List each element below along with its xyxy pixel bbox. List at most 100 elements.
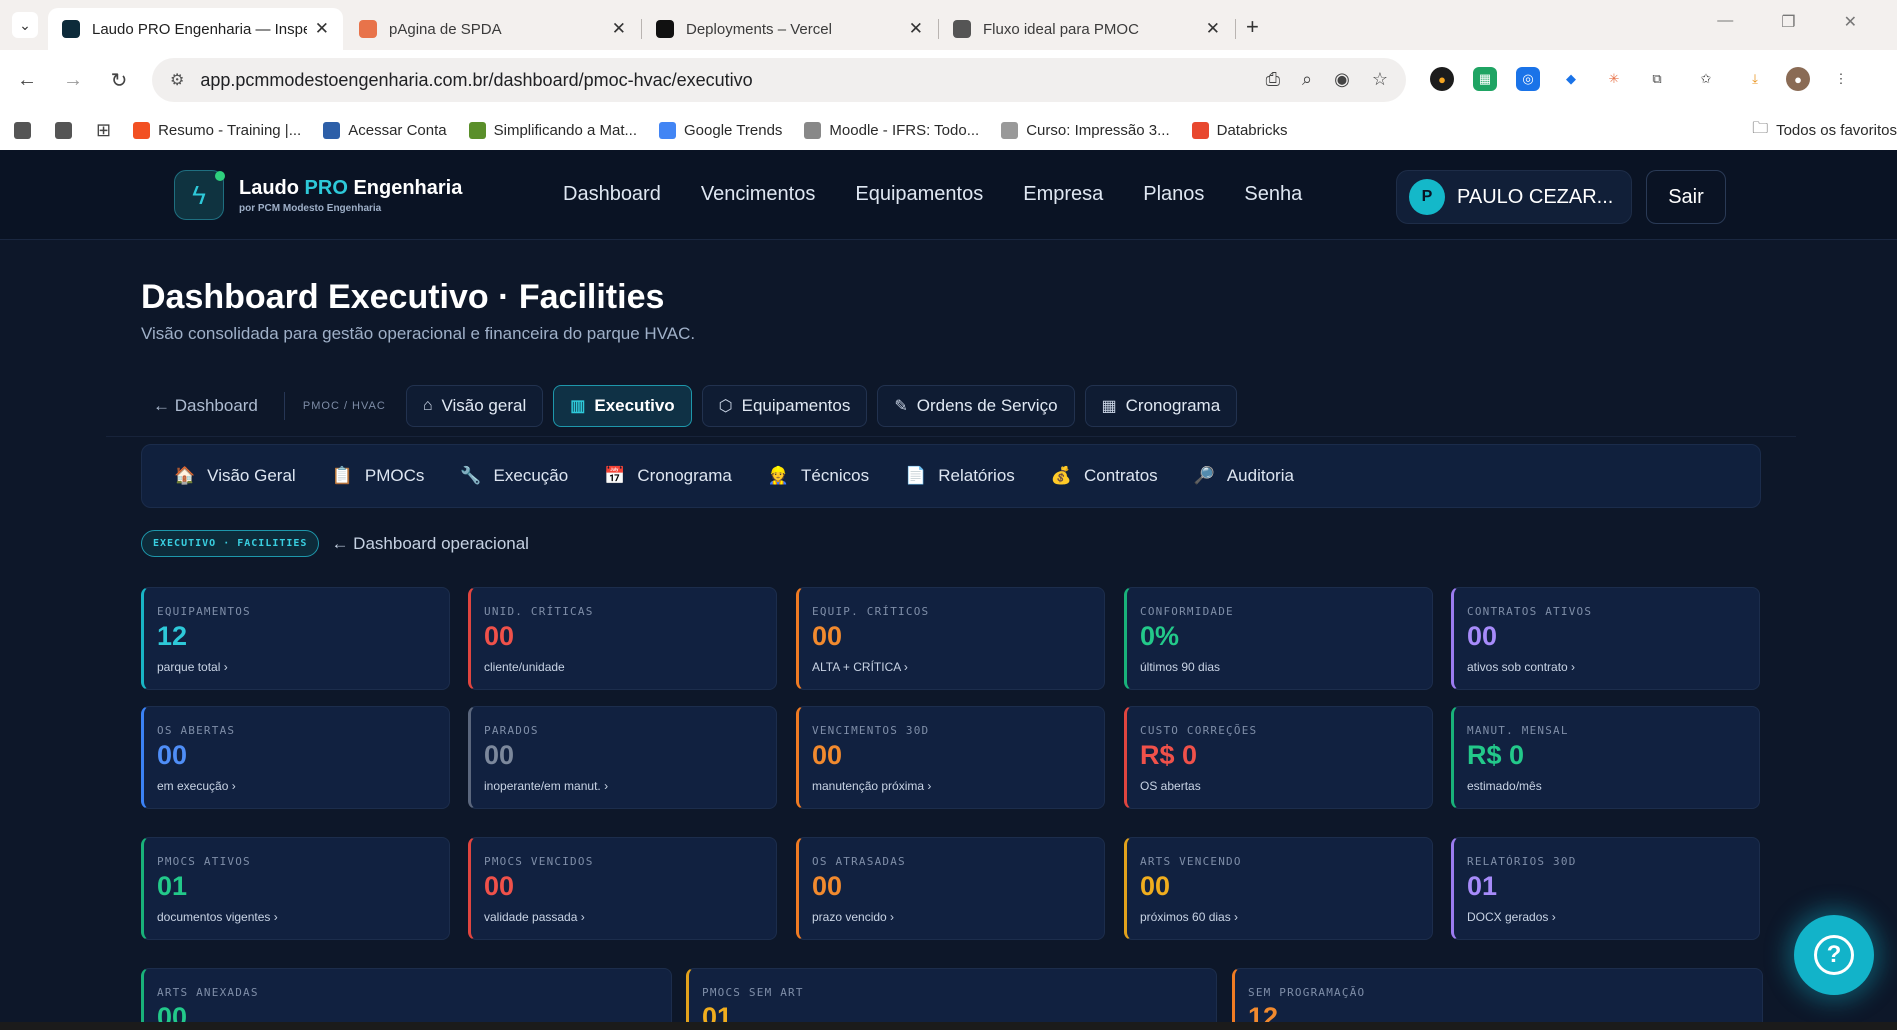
browser-menu-icon[interactable]: ⋮ bbox=[1829, 67, 1853, 91]
kpi-card[interactable]: PMOCS SEM ART 01 bbox=[686, 968, 1217, 1030]
module-tab[interactable]: 🏠 Visão Geral bbox=[174, 466, 296, 486]
tab-favicon-icon bbox=[62, 20, 80, 38]
bookmark-item[interactable]: Acessar Conta bbox=[323, 121, 447, 139]
module-tab[interactable]: 📅 Cronograma bbox=[604, 466, 732, 486]
close-window-icon[interactable]: ✕ bbox=[1844, 12, 1857, 32]
omnibox[interactable]: ⚙ app.pcmmodestoengenharia.com.br/dashbo… bbox=[152, 58, 1406, 102]
bookmark-star-icon[interactable]: ☆ bbox=[1372, 69, 1388, 90]
url-text[interactable]: app.pcmmodestoengenharia.com.br/dashboar… bbox=[200, 70, 752, 91]
module-tab[interactable]: 👷 Técnicos bbox=[768, 466, 869, 486]
module-tab[interactable]: 💰 Contratos bbox=[1051, 466, 1158, 486]
bookmark-apps-icon[interactable] bbox=[14, 121, 39, 139]
bookmark-label: Google Trends bbox=[684, 121, 783, 139]
back-to-dashboard-link[interactable]: ← Dashboard bbox=[153, 396, 258, 416]
kpi-card[interactable]: PMOCS ATIVOS 01 documentos vigentes › bbox=[141, 837, 450, 940]
kpi-card[interactable]: CONTRATOS ATIVOS 00 ativos sob contrato › bbox=[1451, 587, 1760, 690]
browser-tab[interactable]: Deployments – Vercel ✕ bbox=[642, 8, 939, 50]
subnav-tab-label: Executivo bbox=[594, 396, 675, 415]
user-menu[interactable]: P PAULO CEZAR... bbox=[1396, 170, 1632, 224]
kpi-card[interactable]: EQUIP. CRÍTICOS 00 ALTA + CRÍTICA › bbox=[796, 587, 1105, 690]
subnav-tab[interactable]: ▥ Executivo bbox=[553, 385, 692, 427]
nav-item-dashboard[interactable]: Dashboard bbox=[563, 183, 661, 206]
kpi-card[interactable]: VENCIMENTOS 30D 00 manutenção próxima › bbox=[796, 706, 1105, 809]
extension-a-icon[interactable]: ● bbox=[1430, 67, 1454, 91]
subnav-tab[interactable]: ▦ Cronograma bbox=[1084, 385, 1238, 427]
kpi-caption: em execução › bbox=[157, 779, 236, 793]
nav-item-equipamentos[interactable]: Equipamentos bbox=[855, 183, 983, 206]
browser-tab[interactable]: pAgina de SPDA ✕ bbox=[345, 8, 642, 50]
subnav-tab[interactable]: ⬡ Equipamentos bbox=[701, 385, 868, 427]
nav-item-planos[interactable]: Planos bbox=[1143, 183, 1204, 206]
module-label: Cronograma bbox=[637, 466, 732, 485]
module-tab[interactable]: 🔎 Auditoria bbox=[1194, 466, 1294, 486]
bookmark-apps-icon-2[interactable] bbox=[55, 121, 80, 139]
tab-close-icon[interactable]: ✕ bbox=[1206, 19, 1220, 39]
bookmark-label: Acessar Conta bbox=[348, 121, 447, 139]
site-info-icon[interactable]: ⚙ bbox=[170, 70, 184, 90]
bookmarks-bar: ⊞ Resumo - Training |... Acessar Conta Sim… bbox=[0, 110, 1897, 150]
bookmark-item[interactable]: Google Trends bbox=[659, 121, 783, 139]
kpi-card[interactable]: ARTS VENCENDO 00 próximos 60 dias › bbox=[1124, 837, 1433, 940]
bookmark-favicon-icon bbox=[323, 121, 341, 139]
kpi-card[interactable]: MANUT. MENSAL R$ 0 estimado/mês bbox=[1451, 706, 1760, 809]
kpi-card[interactable]: EQUIPAMENTOS 12 parque total › bbox=[141, 587, 450, 690]
tab-close-icon[interactable]: ✕ bbox=[315, 19, 329, 39]
kpi-card[interactable]: RELATÓRIOS 30D 01 DOCX gerados › bbox=[1451, 837, 1760, 940]
brand-name[interactable]: Laudo PRO Engenharia bbox=[239, 177, 462, 200]
kpi-value: R$ 0 bbox=[1467, 740, 1525, 770]
install-app-icon[interactable]: ⎙ bbox=[1266, 69, 1280, 90]
subnav-tab[interactable]: ⌂ Visão geral bbox=[405, 385, 544, 427]
extensions-puzzle-icon[interactable]: ⧉ bbox=[1645, 67, 1669, 91]
nav-item-vencimentos[interactable]: Vencimentos bbox=[701, 183, 816, 206]
module-tab[interactable]: 📄 Relatórios bbox=[905, 466, 1015, 486]
browser-tab[interactable]: Fluxo ideal para PMOC ✕ bbox=[939, 8, 1236, 50]
kpi-card[interactable]: PARADOS 00 inoperante/em manut. › bbox=[468, 706, 777, 809]
reload-icon[interactable]: ↻ bbox=[106, 68, 132, 93]
bookmark-item[interactable]: Curso: Impressão 3... bbox=[1001, 121, 1170, 139]
tab-close-icon[interactable]: ✕ bbox=[909, 19, 923, 39]
kpi-card[interactable]: SEM PROGRAMAÇÃO 12 bbox=[1232, 968, 1763, 1030]
extension-tag-icon[interactable]: ◆ bbox=[1559, 67, 1583, 91]
kpi-card[interactable]: ARTS ANEXADAS 00 bbox=[141, 968, 672, 1030]
nav-item-senha[interactable]: Senha bbox=[1244, 183, 1302, 206]
extension-cast-icon[interactable]: ◎ bbox=[1516, 67, 1540, 91]
bookmark-item[interactable]: Simplificando a Mat... bbox=[468, 121, 637, 139]
bookmark-item[interactable]: Moodle - IFRS: Todo... bbox=[804, 121, 979, 139]
module-tab[interactable]: 📋 PMOCs bbox=[332, 466, 425, 486]
kpi-card[interactable]: UNID. CRÍTICAS 00 cliente/unidade bbox=[468, 587, 777, 690]
bookmark-item[interactable]: Databricks bbox=[1191, 121, 1287, 139]
restore-icon[interactable]: ❐ bbox=[1781, 12, 1795, 32]
kpi-label: OS ATRASADAS bbox=[812, 855, 906, 868]
bookmark-grid-icon[interactable]: ⊞ bbox=[96, 120, 111, 141]
profile-avatar[interactable]: ● bbox=[1786, 67, 1810, 91]
browser-tab[interactable]: Laudo PRO Engenharia — Inspe ✕ bbox=[48, 8, 343, 50]
download-icon[interactable]: ⤓ bbox=[1743, 67, 1767, 91]
nav-item-empresa[interactable]: Empresa bbox=[1023, 183, 1103, 206]
subnav-tab[interactable]: ✎ Ordens de Serviço bbox=[877, 385, 1075, 427]
help-button[interactable]: ? bbox=[1794, 915, 1874, 995]
module-tab[interactable]: 🔧 Execução bbox=[460, 466, 568, 486]
back-arrow-icon[interactable]: ← bbox=[14, 69, 40, 92]
kpi-card[interactable]: OS ABERTAS 00 em execução › bbox=[141, 706, 450, 809]
operational-dashboard-link[interactable]: ← Dashboard operacional bbox=[331, 534, 529, 554]
extension-spark-icon[interactable]: ✳ bbox=[1602, 67, 1626, 91]
tab-favicon-icon bbox=[656, 20, 674, 38]
tab-search-chevron-icon[interactable]: ⌄ bbox=[12, 12, 38, 38]
all-bookmarks[interactable]: 🗀 Todos os favoritos bbox=[1752, 117, 1897, 144]
kpi-card[interactable]: CUSTO CORREÇÕES R$ 0 OS abertas bbox=[1124, 706, 1433, 809]
zoom-icon[interactable]: ⌕ bbox=[1302, 69, 1312, 90]
minimize-icon[interactable]: — bbox=[1717, 12, 1733, 32]
logout-button[interactable]: Sair bbox=[1646, 170, 1726, 224]
kpi-card[interactable]: PMOCS VENCIDOS 00 validade passada › bbox=[468, 837, 777, 940]
forward-arrow-icon[interactable]: → bbox=[60, 69, 86, 92]
bookmark-item[interactable]: Resumo - Training |... bbox=[133, 121, 301, 139]
tab-close-icon[interactable]: ✕ bbox=[612, 19, 626, 39]
tracking-blocked-icon[interactable]: ◉ bbox=[1334, 69, 1350, 90]
kpi-card[interactable]: OS ATRASADAS 00 prazo vencido › bbox=[796, 837, 1105, 940]
kpi-card[interactable]: CONFORMIDADE 0% últimos 90 dias bbox=[1124, 587, 1433, 690]
new-tab-button[interactable]: + bbox=[1246, 14, 1259, 40]
subnav-tab-icon: ⬡ bbox=[718, 398, 733, 415]
extension-sheets-icon[interactable]: ▦ bbox=[1473, 67, 1497, 91]
reading-list-icon[interactable]: ✩ bbox=[1694, 67, 1718, 91]
kpi-value: 01 bbox=[1467, 871, 1498, 901]
